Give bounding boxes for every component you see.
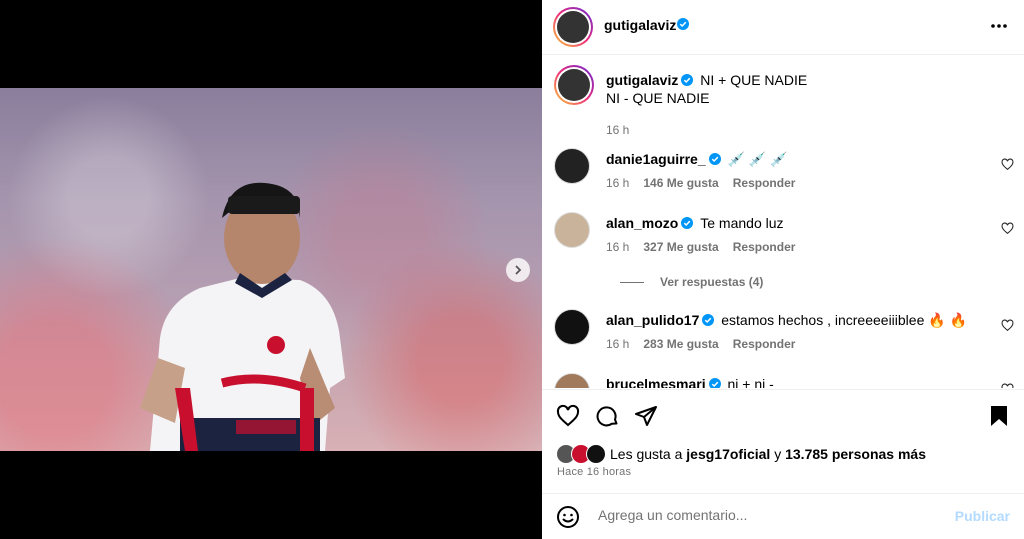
commenter-username[interactable]: alan_pulido17 (606, 312, 699, 328)
verified-icon (681, 217, 694, 229)
comment-input[interactable] (596, 506, 940, 524)
author-username[interactable]: gutigalaviz (604, 17, 676, 33)
comment-icon[interactable] (596, 404, 620, 428)
comment-item: brucelmesmari ni + ni - (554, 373, 1014, 388)
next-photo-button[interactable] (506, 258, 530, 282)
comment-time[interactable]: 16 h (606, 176, 629, 190)
comment-item: danie1aguirre_ 💉 💉 💉 16 h 146 Me gusta Res… (554, 148, 1014, 192)
post-timestamp[interactable]: Hace 16 horas (557, 466, 631, 478)
comment-text: ni + ni - (727, 376, 774, 388)
author-avatar[interactable] (553, 7, 593, 47)
liker-avatars (556, 444, 608, 464)
comment-text: 💉 💉 💉 (727, 151, 788, 167)
comment-likes[interactable]: 146 Me gusta (643, 176, 718, 190)
caption-username[interactable]: gutigalaviz (606, 72, 678, 88)
caption-avatar[interactable] (554, 65, 594, 105)
caption: gutigalaviz NI + QUE NADIE NI - QUE NADI… (554, 65, 1014, 137)
comment-likes[interactable]: 283 Me gusta (643, 337, 718, 351)
next-photo-icon (515, 265, 522, 275)
comments-list[interactable]: gutigalaviz NI + QUE NADIE NI - QUE NADI… (542, 55, 1024, 388)
commenter-username[interactable]: alan_mozo (606, 215, 678, 231)
comment-like-icon[interactable] (1001, 222, 1014, 235)
commenter-avatar[interactable] (554, 148, 590, 184)
reply-button[interactable]: Responder (733, 176, 796, 190)
commenter-avatar[interactable] (554, 212, 590, 248)
post-media (0, 0, 542, 539)
commenter-avatar[interactable] (554, 309, 590, 345)
reply-button[interactable]: Responder (733, 240, 796, 254)
comment-like-icon[interactable] (1001, 319, 1014, 332)
like-icon[interactable] (556, 404, 580, 428)
likes-count[interactable]: 13.785 personas más (785, 446, 926, 462)
comment-likes[interactable]: 327 Me gusta (643, 240, 718, 254)
caption-time[interactable]: 16 h (606, 123, 629, 137)
view-replies-button[interactable]: Ver respuestas (4) (620, 275, 763, 289)
more-options-icon[interactable] (990, 17, 1008, 35)
save-icon[interactable] (988, 404, 1010, 428)
verified-icon (708, 153, 721, 165)
comment-item: alan_mozo Te mando luz 16 h 327 Me gusta R… (554, 212, 1014, 292)
verified-icon (708, 378, 721, 388)
post-details-panel: gutigalaviz gutigalaviz NI + QUE NADIE N… (542, 0, 1024, 539)
verified-icon (681, 74, 694, 86)
post-photo[interactable] (0, 88, 542, 451)
caption-line-1: NI + QUE NADIE (700, 72, 808, 88)
commenter-username[interactable]: brucelmesmari (606, 376, 706, 388)
comment-time[interactable]: 16 h (606, 240, 629, 254)
comment-time[interactable]: 16 h (606, 337, 629, 351)
caption-line-2: NI - QUE NADIE (606, 90, 710, 106)
verified-icon (677, 18, 689, 30)
verified-icon (702, 314, 715, 326)
player-figure (140, 182, 345, 451)
post-header: gutigalaviz (542, 0, 1024, 55)
commenter-avatar[interactable] (554, 373, 590, 388)
liked-by-user[interactable]: jesg17oficial (686, 446, 770, 462)
comment-item: alan_pulido17 estamos hechos , increeeei… (554, 309, 1014, 353)
comment-text: Te mando luz (700, 215, 784, 231)
commenter-username[interactable]: danie1aguirre_ (606, 151, 706, 167)
publish-button[interactable]: Publicar (955, 508, 1010, 524)
comment-like-icon[interactable] (1001, 383, 1014, 388)
likes-summary[interactable]: Les gusta a jesg17oficial y 13.785 perso… (556, 444, 926, 464)
comment-like-icon[interactable] (1001, 158, 1014, 171)
post-actions: Les gusta a jesg17oficial y 13.785 perso… (542, 389, 1024, 494)
add-comment-bar: Publicar (542, 493, 1024, 539)
share-icon[interactable] (634, 404, 658, 428)
comment-text: estamos hechos , increeeeiiiblee 🔥 🔥 (721, 312, 968, 328)
reply-button[interactable]: Responder (733, 337, 796, 351)
emoji-icon[interactable] (556, 505, 580, 529)
